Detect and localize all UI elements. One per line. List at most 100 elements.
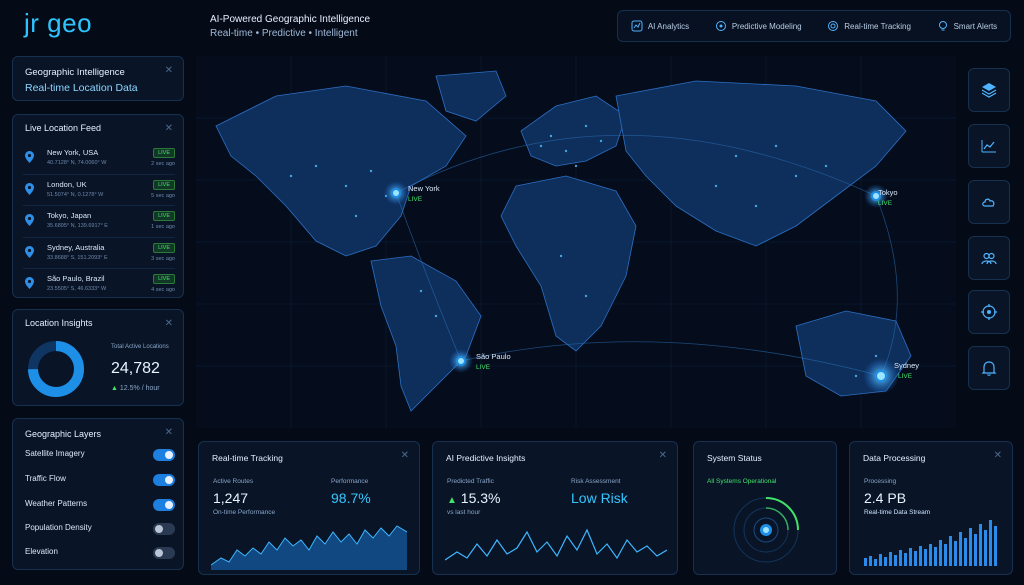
feed-coords: 33.8688° S, 151.2093° E (47, 254, 108, 261)
routes-label: Active Routes (213, 478, 254, 485)
marker-label-tokyo[interactable]: Tokyo (878, 188, 898, 197)
toggle-satellite[interactable] (153, 449, 175, 461)
list-item[interactable]: New York, USA 40.7128° N, 74.0060° W LIV… (23, 143, 175, 175)
tracking-panel: Real-time Tracking ✕ Active Routes 1,247… (198, 441, 420, 575)
list-item[interactable]: Sydney, Australia 33.8688° S, 151.2093° … (23, 238, 175, 269)
feed-city: São Paulo, Brazil (47, 274, 105, 283)
target-icon (981, 304, 997, 320)
marker-label-new-york[interactable]: New York (408, 184, 440, 193)
world-map[interactable]: New York LIVE Tokyo LIVE São Paulo LIVE … (196, 56, 956, 428)
data-value: 2.4 PB (864, 490, 907, 506)
top-nav: AI Analytics Predictive Modeling Real-ti… (617, 10, 1011, 42)
app-logo[interactable]: jr geo (24, 8, 92, 39)
layers-icon (981, 83, 997, 98)
layer-row-elevation: Elevation (25, 547, 175, 561)
list-item[interactable]: Tokyo, Japan 35.6895° N, 139.6917° E LIV… (23, 206, 175, 238)
live-badge: LIVE (153, 242, 175, 253)
toggle-elevation[interactable] (153, 547, 175, 559)
feed-city: Sydney, Australia (47, 242, 105, 252)
layers-title: Geographic Layers (25, 429, 102, 439)
network-icon (715, 21, 726, 31)
users-button[interactable] (968, 236, 1010, 280)
close-icon[interactable]: ✕ (165, 318, 173, 329)
routes-value: 1,247 (213, 490, 249, 506)
feed-title: Live Location Feed (25, 123, 102, 133)
live-badge: LIVE (153, 274, 175, 284)
traffic-value-row: ▲ 15.3% (447, 490, 501, 506)
layers-panel: Geographic Layers ✕ Satellite Imagery Tr… (12, 418, 184, 570)
nav-label: Smart Alerts (953, 21, 998, 31)
data-bar-chart (864, 520, 997, 566)
marker-status: LIVE (878, 200, 893, 207)
live-feed-panel: Live Location Feed ✕ New York, USA 40.71… (12, 114, 184, 298)
feed-time: 1 sec ago (151, 224, 175, 230)
live-badge: LIVE (153, 179, 175, 190)
bell-icon (981, 361, 997, 376)
layer-row-traffic: Traffic Flow (25, 474, 175, 488)
weather-button[interactable] (968, 180, 1010, 224)
feed-coords: 23.5505° S, 46.6333° W (47, 286, 107, 292)
insights-title: Location Insights (25, 318, 93, 328)
location-pin-icon (25, 182, 34, 195)
nav-smart-alerts[interactable]: Smart Alerts (937, 20, 998, 32)
data-label: Processing (864, 478, 897, 485)
radar-icon (733, 497, 799, 563)
nav-realtime-tracking[interactable]: Real-time Tracking (827, 20, 911, 32)
list-item[interactable]: London, UK 51.5074° N, 0.1278° W LIVE 5 … (23, 175, 175, 206)
nav-label: Real-time Tracking (844, 21, 911, 31)
insights-label: Total Active Locations (111, 344, 169, 350)
feed-coords: 40.7128° N, 74.0060° W (47, 160, 107, 166)
nav-predictive-modeling[interactable]: Predictive Modeling (715, 20, 802, 32)
marker-status: LIVE (476, 364, 491, 371)
layer-label: Satellite Imagery (25, 449, 85, 458)
intel-subtitle: Real-time Location Data (25, 82, 138, 94)
up-arrow-icon: ▲ (111, 385, 118, 392)
perf-label: Performance (331, 478, 369, 485)
toggle-traffic[interactable] (153, 474, 175, 486)
insights-value: 24,782 (111, 360, 160, 377)
location-pin-icon (25, 277, 34, 289)
data-processing-panel: Data Processing ✕ Processing 2.4 PB Real… (849, 441, 1013, 575)
feed-city: New York, USA (47, 148, 99, 157)
donut-chart (28, 341, 84, 397)
close-icon[interactable]: ✕ (994, 450, 1002, 461)
system-status-text: All Systems Operational (707, 478, 777, 485)
close-icon[interactable]: ✕ (165, 427, 173, 438)
layer-label: Traffic Flow (25, 474, 66, 483)
nav-label: Predictive Modeling (731, 21, 802, 31)
close-icon[interactable]: ✕ (165, 65, 173, 76)
bulb-icon (938, 21, 947, 31)
feed-coords: 51.5074° N, 0.1278° W (47, 191, 104, 198)
live-badge: LIVE (153, 148, 175, 158)
users-icon (981, 252, 997, 265)
perf-value: 98.7% (331, 490, 371, 506)
traffic-label: Predicted Traffic (447, 478, 494, 485)
location-pin-icon (25, 245, 34, 258)
close-icon[interactable]: ✕ (401, 450, 409, 461)
marker-label-sao-paulo[interactable]: São Paulo (476, 352, 511, 361)
live-badge: LIVE (153, 211, 175, 221)
nav-ai-analytics[interactable]: AI Analytics (631, 20, 689, 32)
layers-button[interactable] (968, 68, 1010, 112)
tracking-icon (828, 21, 839, 31)
cloud-icon (982, 198, 995, 207)
toggle-weather[interactable] (153, 499, 175, 511)
location-pin-icon (25, 151, 34, 163)
layer-label: Weather Patterns (25, 499, 88, 508)
marker-label-sydney[interactable]: Sydney (894, 361, 919, 370)
feed-time: 5 sec ago (151, 192, 175, 199)
insights-delta: ▲ 12.5% / hour (111, 385, 160, 392)
feed-coords: 35.6895° N, 139.6917° E (47, 223, 108, 229)
layer-row-satellite: Satellite Imagery (25, 449, 175, 463)
target-button[interactable] (968, 290, 1010, 334)
close-icon[interactable]: ✕ (165, 123, 173, 134)
list-item[interactable]: São Paulo, Brazil 23.5505° S, 46.6333° W… (23, 269, 175, 301)
close-icon[interactable]: ✕ (659, 450, 667, 461)
intel-panel: Geographic Intelligence Real-time Locati… (12, 56, 184, 101)
alerts-button[interactable] (968, 346, 1010, 390)
layer-row-weather: Weather Patterns (25, 499, 175, 513)
intel-title: Geographic Intelligence (25, 67, 125, 78)
toggle-population[interactable] (153, 523, 175, 535)
data-title: Data Processing (863, 453, 926, 463)
analytics-button[interactable] (968, 124, 1010, 168)
